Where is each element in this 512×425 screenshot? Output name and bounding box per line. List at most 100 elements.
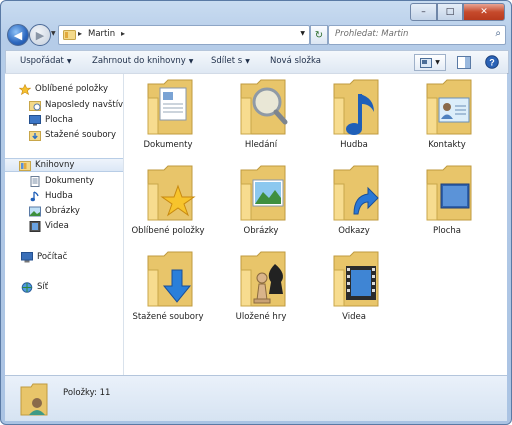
folder-label: Stažené soubory [132, 312, 204, 322]
breadcrumb-martin[interactable]: Martin [88, 29, 115, 39]
sidebar-item-label: Oblíbené položky [35, 84, 109, 94]
forward-arrow-icon: ▶ [35, 28, 45, 42]
organize-button[interactable]: Uspořádat ▼ [20, 56, 72, 66]
recent-pages-dropdown-icon[interactable]: ▼ [51, 30, 56, 37]
chevron-down-icon: ▼ [245, 58, 250, 65]
new-folder-button[interactable]: Nová složka [270, 56, 321, 66]
pictures-folder-icon [240, 165, 286, 221]
folder-label: Videa [342, 312, 366, 322]
sidebar-item-pictures[interactable]: Obrázky [29, 204, 80, 218]
folder-item[interactable]: Obrázky [221, 164, 301, 244]
libraries-icon [19, 160, 31, 171]
navigation-pane: Oblíbené položky Naposledy navštíven Plo… [5, 74, 124, 376]
address-dropdown-icon[interactable]: ▼ [300, 30, 305, 37]
network-icon [21, 281, 33, 293]
caption-buttons: – □ ✕ [410, 3, 505, 21]
picture-icon [29, 206, 41, 216]
sidebar-item-documents[interactable]: Dokumenty [29, 174, 94, 188]
sidebar-item-music[interactable]: Hudba [29, 189, 73, 203]
details-pane: Položky: 11 [5, 375, 507, 421]
chevron-down-icon: ▼ [435, 59, 440, 66]
help-icon: ? [485, 55, 499, 69]
folder-item[interactable]: Uložené hry [221, 250, 301, 330]
videos-folder-icon [333, 251, 379, 307]
document-icon [30, 175, 40, 187]
folder-label: Hudba [340, 140, 368, 150]
folder-item[interactable]: Hudba [314, 78, 394, 158]
libraries-folder-icon [63, 30, 76, 40]
maximize-button[interactable]: □ [437, 3, 463, 21]
breadcrumb-separator[interactable]: ▸ [121, 29, 125, 38]
sidebar-item-label: Dokumenty [45, 176, 95, 186]
include-in-library-button[interactable]: Zahrnout do knihovny ▼ [92, 56, 193, 66]
folder-item[interactable]: Kontakty [407, 78, 487, 158]
svg-text:?: ? [489, 57, 495, 67]
folder-label: Odkazy [338, 226, 370, 236]
computer-icon [21, 251, 33, 262]
explorer-window: – □ ✕ ◀ ▶ ▼ ▸ Martin ▸ ▼ ↻ Prohledat: Ma… [0, 0, 512, 425]
folder-item[interactable]: Videa [314, 250, 394, 330]
folder-item[interactable]: Dokumenty [128, 78, 208, 158]
sidebar-item-label: Stažené soubory [45, 130, 117, 140]
share-with-button[interactable]: Sdílet s ▼ [211, 56, 250, 66]
folder-item[interactable]: Plocha [407, 164, 487, 244]
back-button[interactable]: ◀ [7, 24, 29, 46]
address-bar[interactable]: ▸ Martin ▸ ▼ [58, 25, 310, 45]
preview-pane-button[interactable] [456, 54, 474, 71]
command-bar: Uspořádat ▼ Zahrnout do knihovny ▼ Sdílet … [5, 50, 509, 74]
sidebar-item-label: Počítač [37, 252, 68, 262]
view-icon [420, 57, 433, 68]
search-folder-icon [240, 79, 288, 135]
music-folder-icon [333, 79, 379, 135]
recent-places-icon [29, 100, 41, 111]
search-icon[interactable]: ⌕ [495, 28, 501, 39]
sidebar-item-favorites[interactable]: Oblíbené položky [19, 82, 108, 96]
sidebar-item-label: Obrázky [45, 206, 80, 216]
folder-view: Dokumenty Hledání Hudba Kontakty Oblíben… [124, 74, 507, 376]
content-area: Oblíbené položky Naposledy navštíven Plo… [5, 73, 507, 376]
search-input[interactable]: Prohledat: Martin ⌕ [328, 25, 506, 45]
folder-label: Uložené hry [235, 312, 287, 322]
saved-games-folder-icon [240, 251, 286, 307]
folder-label: Plocha [433, 226, 461, 236]
forward-button[interactable]: ▶ [29, 24, 51, 46]
close-button[interactable]: ✕ [463, 3, 505, 21]
sidebar-item-label: Videa [45, 221, 69, 231]
sidebar-item-label: Plocha [45, 115, 73, 125]
refresh-icon: ↻ [314, 29, 324, 41]
sidebar-item-network[interactable]: Síť [21, 280, 48, 294]
desktop-icon [29, 114, 41, 126]
sidebar-item-label: Síť [37, 282, 49, 292]
organize-label: Uspořádat [20, 56, 64, 66]
folder-item[interactable]: Odkazy [314, 164, 394, 244]
change-view-button[interactable]: ▼ [414, 54, 446, 71]
folder-item[interactable]: Stažené soubory [128, 250, 208, 330]
sidebar-item-libraries[interactable]: Knihovny [5, 158, 123, 172]
sidebar-item-videos[interactable]: Videa [29, 219, 69, 233]
links-folder-icon [333, 165, 379, 221]
chevron-down-icon: ▼ [66, 58, 72, 65]
chevron-down-icon: ▼ [188, 58, 194, 65]
folder-label: Oblíbené položky [131, 226, 205, 236]
documents-folder-icon [147, 79, 193, 135]
sidebar-item-computer[interactable]: Počítač [21, 250, 67, 264]
sidebar-item-recent-places[interactable]: Naposledy navštíven [29, 98, 123, 112]
sidebar-item-desktop[interactable]: Plocha [29, 113, 73, 127]
refresh-button[interactable]: ↻ [310, 25, 328, 45]
search-placeholder: Prohledat: Martin [335, 29, 409, 39]
minimize-button[interactable]: – [410, 3, 437, 21]
folder-item[interactable]: Hledání [221, 78, 301, 158]
help-button[interactable]: ? [484, 54, 502, 71]
contacts-folder-icon [426, 79, 472, 135]
sidebar-item-downloads[interactable]: Stažené soubory [29, 128, 116, 142]
folder-item[interactable]: Oblíbené položky [128, 164, 208, 244]
folder-label: Hledání [244, 140, 278, 150]
breadcrumb-separator[interactable]: ▸ [78, 29, 82, 38]
downloads-icon [29, 130, 41, 141]
desktop-folder-icon [426, 165, 472, 221]
folder-label: Kontakty [428, 140, 466, 150]
include-library-label: Zahrnout do knihovny [92, 56, 186, 66]
share-label: Sdílet s [211, 56, 243, 66]
sidebar-item-label: Knihovny [35, 160, 75, 170]
navigation-row: ◀ ▶ ▼ ▸ Martin ▸ ▼ ↻ Prohledat: Martin ⌕ [1, 23, 511, 47]
